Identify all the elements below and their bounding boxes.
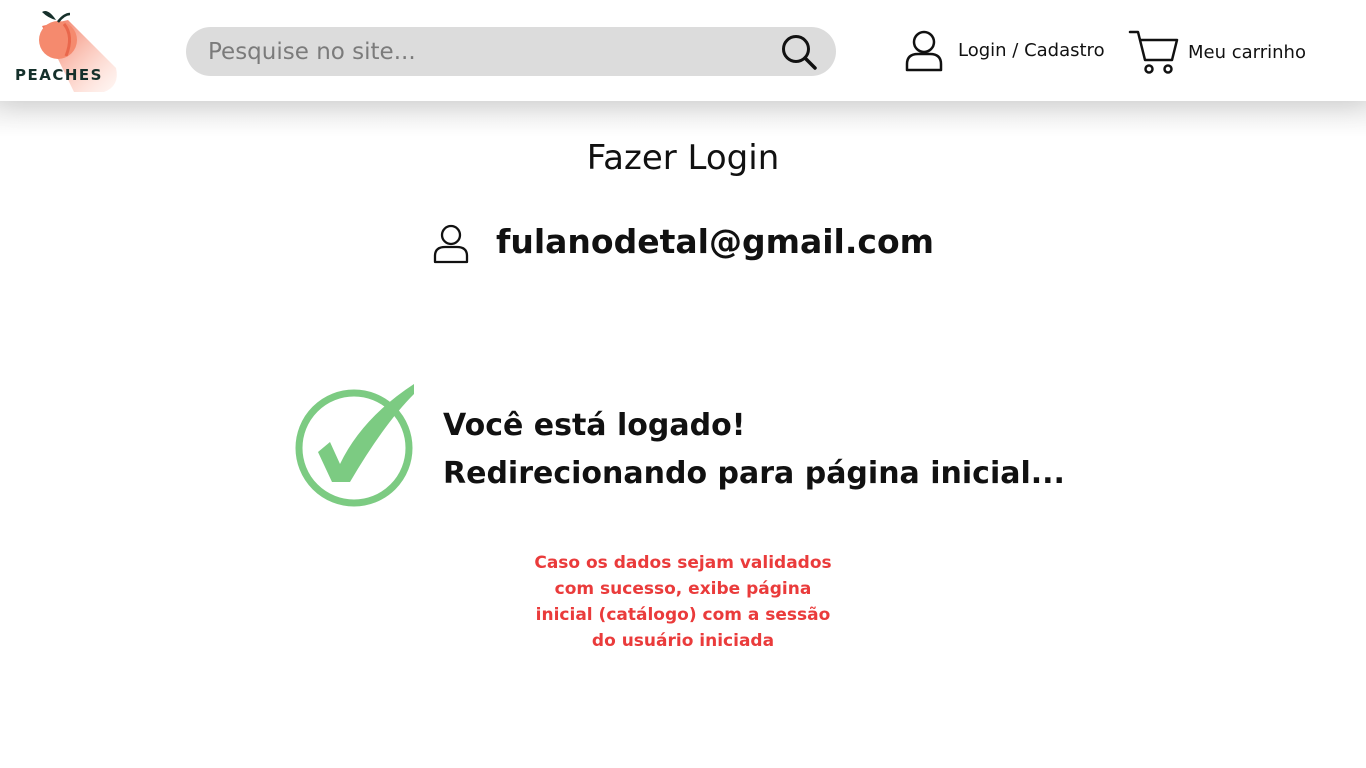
peaches-logo[interactable]: PEACHES bbox=[12, 6, 124, 96]
login-register-label: Login / Cadastro bbox=[958, 40, 1105, 61]
header-shadow bbox=[0, 101, 1366, 137]
cart-icon bbox=[1128, 28, 1180, 80]
page-title: Fazer Login bbox=[586, 138, 780, 178]
annotation-line: do usuário iniciada bbox=[591, 631, 775, 651]
annotation-line: inicial (catálogo) com a sessão bbox=[535, 605, 831, 625]
login-success-message: Você está logado! Redirecionando para pá… bbox=[292, 382, 1092, 512]
success-line-2: Redirecionando para página inicial... bbox=[443, 456, 1065, 491]
header: PEACHES Login / Cadastro Meu ca bbox=[0, 0, 1366, 101]
search-button[interactable] bbox=[780, 33, 820, 73]
search-icon bbox=[782, 35, 817, 70]
annotation-line: Caso os dados sejam validados bbox=[534, 553, 832, 573]
user-email: fulanodetal@gmail.com bbox=[496, 222, 935, 261]
success-line-1: Você está logado! bbox=[443, 408, 746, 443]
annotation-line: com sucesso, exibe página bbox=[554, 579, 812, 599]
check-circle-icon bbox=[292, 382, 422, 516]
user-icon bbox=[432, 224, 470, 268]
success-text: Você está logado! Redirecionando para pá… bbox=[443, 402, 1065, 498]
search-bar bbox=[186, 27, 836, 76]
annotation-note: Caso os dados sejam validados com sucess… bbox=[0, 550, 1366, 654]
logo-text: PEACHES bbox=[15, 66, 103, 84]
cart-label: Meu carrinho bbox=[1188, 42, 1306, 63]
search-input[interactable] bbox=[208, 34, 768, 69]
user-icon bbox=[904, 30, 944, 76]
